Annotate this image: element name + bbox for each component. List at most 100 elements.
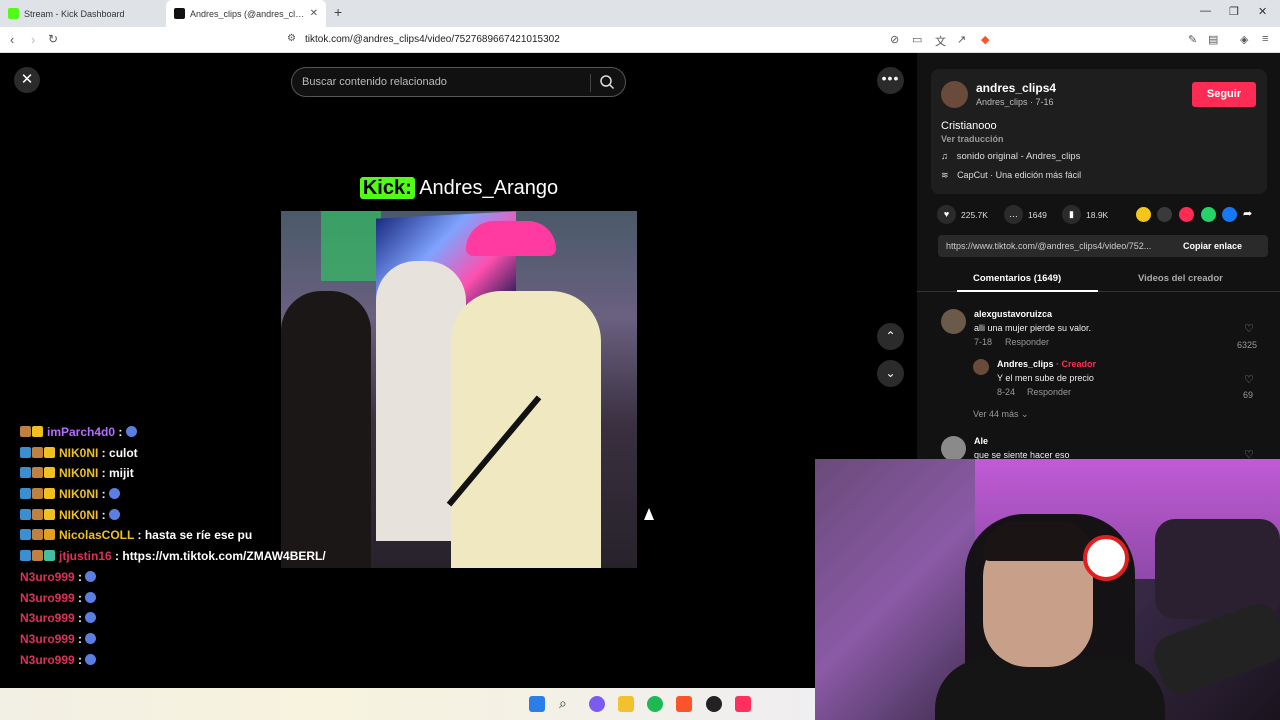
minimize-icon[interactable]: — [1200,5,1211,17]
chat-username[interactable]: N3uro999 [20,632,75,646]
brave-shield-icon[interactable]: ◆ [981,33,989,46]
site-info-icon[interactable]: ⚙ [287,33,296,44]
close-video-button[interactable]: ✕ [14,67,40,93]
translate-icon[interactable]: 文 [935,33,946,49]
comment-username[interactable]: alexgustavoruizca [974,309,1052,319]
stream-chat-overlay: imParch4d0 : NIK0NI : culot NIK0NI : miji… [20,422,326,670]
chat-username[interactable]: NicolasCOLL [59,528,134,542]
video-person [451,291,601,568]
no-camera-icon[interactable]: ⊘ [890,33,899,46]
chat-username[interactable]: NIK0NI [59,466,98,480]
comment-username[interactable]: Ale [974,436,988,446]
more-options-button[interactable]: ••• [877,67,904,94]
chat-message: N3uro999 : [20,608,326,629]
chat-separator: : [74,590,86,605]
restore-icon[interactable]: ❐ [1229,5,1239,18]
chat-separator: : [111,549,123,564]
copy-link-button[interactable]: Copiar enlace [1183,241,1242,251]
chat-badge-icon [20,467,31,479]
save-button[interactable]: ▮ 18.9K [1062,205,1108,224]
chat-message-text: culot [109,445,138,460]
tab-comments[interactable]: Comentarios (1649) [973,273,1061,284]
obs-icon[interactable] [706,696,722,712]
vpn-icon[interactable]: ◈ [1240,33,1248,46]
avatar[interactable] [973,359,989,375]
chat-emote-icon [85,570,97,582]
previous-video-button[interactable]: ⌃ [877,323,904,350]
whatsapp-icon[interactable] [1201,207,1216,222]
browser-tab-bar: Stream - Kick Dashboard Andres_clips (@a… [0,0,1280,27]
chat-username[interactable]: N3uro999 [20,570,75,584]
chat-username[interactable]: NIK0NI [59,446,98,460]
related-search-box[interactable]: Buscar contenido relacionado [291,67,626,97]
chat-badge-icon [32,446,43,458]
chat-username[interactable]: imParch4d0 [47,425,115,439]
chat-badge-icon [20,529,31,541]
chat-username[interactable]: N3uro999 [20,611,75,625]
close-window-icon[interactable]: ✕ [1258,5,1267,18]
chat-message-text: https://vm.tiktok.com/ZMAW4BERL/ [122,549,326,564]
reply-button[interactable]: Responder [1005,337,1049,347]
engagement-bar: ♥ 225.7K … 1649 ▮ 18.9K ➦ [937,205,1267,225]
chat-separator: : [134,528,145,543]
like-button[interactable]: ♥ 225.7K [937,205,988,224]
reply-button[interactable]: Responder [1027,387,1071,397]
embed-icon[interactable] [1157,207,1172,222]
close-tab-icon[interactable]: ✕ [310,8,318,19]
url-field[interactable]: tiktok.com/@andres_clips4/video/75276896… [305,34,560,45]
search-icon[interactable] [599,74,615,90]
view-more-replies-button[interactable]: Ver 44 más ⌄ [973,409,1029,420]
comment-date: 7-18 [974,337,993,347]
chat-username[interactable]: jtjustin16 [59,549,112,563]
comment-like-icon[interactable]: ♡ [1244,322,1254,335]
capcut-label: CapCut · Una edición más fácil [957,170,1082,180]
chat-username[interactable]: N3uro999 [20,591,75,605]
search-icon[interactable]: ⌕ [559,696,575,712]
forward-icon[interactable]: › [31,32,35,47]
next-video-button[interactable]: ⌄ [877,360,904,387]
avatar[interactable] [941,81,968,108]
like-count: 225.7K [961,209,988,220]
tiktok-app-icon[interactable] [735,696,751,712]
menu-icon[interactable]: ≡ [1262,33,1268,45]
repost-icon[interactable] [1179,207,1194,222]
avatar[interactable] [941,309,966,334]
chat-username[interactable]: N3uro999 [20,653,75,667]
reload-icon[interactable]: ↻ [48,32,58,46]
file-explorer-icon[interactable] [618,696,634,712]
tab-creator-videos[interactable]: Videos del creador [1138,273,1223,284]
cast-icon[interactable]: ▭ [912,33,922,46]
share-page-icon[interactable]: ↗ [957,33,966,46]
chat-username[interactable]: NIK0NI [59,508,98,522]
chat-message: NIK0NI : [20,484,326,505]
chat-message: N3uro999 : [20,629,326,650]
search-input[interactable]: Buscar contenido relacionado [302,76,447,88]
reply-username[interactable]: Andres_clips [997,359,1054,369]
follow-button[interactable]: Seguir [1192,82,1256,107]
capcut-link[interactable]: ≋ CapCut · Una edición más fácil [941,170,1081,181]
video-player[interactable]: Kick: Andres_Arango [281,53,637,688]
brave-browser-icon[interactable] [676,696,692,712]
translate-link[interactable]: Ver traducción [941,134,1004,144]
comment-count: 1649 [1028,209,1047,220]
new-tab-icon[interactable]: + [334,4,342,20]
chat-username[interactable]: NIK0NI [59,487,98,501]
chat-message: N3uro999 : [20,588,326,609]
spotify-icon[interactable] [647,696,663,712]
discord-icon[interactable] [589,696,605,712]
sound-link[interactable]: ♫ sonido original - Andres_clips [941,151,1080,162]
extensions-icon[interactable]: ✎ [1188,33,1197,46]
share-arrow-icon[interactable]: ➦ [1243,207,1258,222]
reply-text: Y el men sube de precio [997,373,1094,383]
windows-start-icon[interactable] [529,696,545,712]
facebook-icon[interactable] [1222,207,1237,222]
back-icon[interactable]: ‹ [10,32,14,47]
tab-tiktok[interactable]: Andres_clips (@andres_clips4) | TikTok ✕ [166,0,326,27]
comment-button[interactable]: … 1649 [1004,205,1047,224]
tab-kick-dashboard[interactable]: Stream - Kick Dashboard [0,0,166,27]
sidebar-icon[interactable]: ▤ [1208,33,1218,46]
coin-icon[interactable] [1136,207,1151,222]
creator-username[interactable]: andres_clips4 [976,81,1056,95]
comment-like-icon[interactable]: ♡ [1244,373,1254,386]
avatar[interactable] [941,436,966,461]
